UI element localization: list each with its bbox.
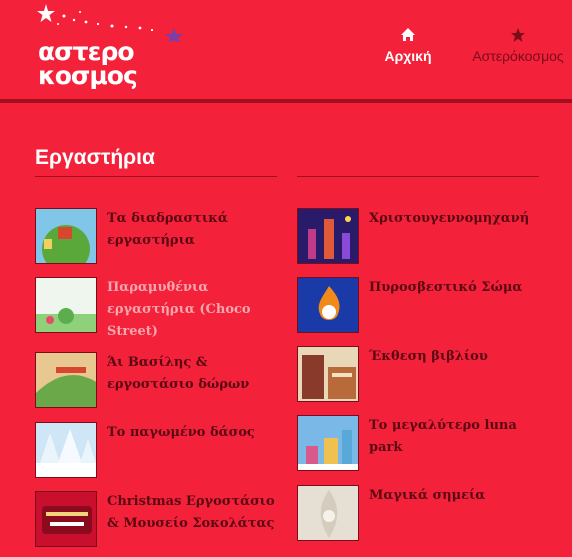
thumbnail-image[interactable]	[297, 415, 359, 471]
thumbnail-image[interactable]	[297, 485, 359, 541]
nav-home[interactable]: Αρχική	[380, 26, 436, 64]
nav-asterokosmos[interactable]: Αστερόκοσμος	[462, 26, 572, 64]
thumbnail-image[interactable]	[297, 277, 359, 333]
list-item-label[interactable]: Πυροσβεστικό Σώμα	[369, 277, 541, 299]
list-item-luna-park[interactable]: Το μεγαλύτερο luna park	[297, 415, 547, 475]
list-item-fairytale-workshops[interactable]: Παραμυθένια εργαστήρια (Choco Street)	[35, 277, 285, 339]
star-icon	[511, 28, 525, 42]
list-item-christmas-machine[interactable]: Χριστουγεννομηχανή	[297, 208, 547, 268]
list-item-label[interactable]: Μαγικά σημεία	[369, 485, 541, 507]
home-icon	[401, 28, 415, 41]
list-item-label[interactable]: Τα διαδραστικά εργαστήρια	[107, 208, 279, 252]
list-item-interactive-workshops[interactable]: Τα διαδραστικά εργαστήρια	[35, 208, 285, 268]
list-item-fire-department[interactable]: Πυροσβεστικό Σώμα	[297, 277, 547, 337]
right-column-divider	[297, 176, 539, 177]
nav-home-label: Αρχική	[384, 48, 432, 64]
thumbnail-image[interactable]	[297, 208, 359, 264]
list-item-magic-spots[interactable]: Μαγικά σημεία	[297, 485, 547, 545]
page-title: Εργαστήρια	[35, 146, 155, 169]
left-column-divider	[35, 176, 277, 177]
list-item-label[interactable]: Άι Βασίλης & εργοστάσιο δώρων	[107, 352, 279, 396]
logo-stars-graphic	[37, 4, 183, 44]
list-item-label[interactable]: Χριστουγεννομηχανή	[369, 208, 541, 230]
site-header: αστερο κοσμος Αρχική Αστερόκοσμος	[0, 0, 572, 100]
list-item-christmas-chocolate-museum[interactable]: Christmas Εργοστάσιο & Μουσείο Σοκολάτας	[35, 491, 285, 551]
nav-asterokosmos-label: Αστερόκοσμος	[472, 48, 564, 64]
thumbnail-image[interactable]	[35, 422, 97, 478]
header-divider	[0, 99, 572, 103]
thumbnail-image[interactable]	[35, 352, 97, 408]
list-item-label[interactable]: Το παγωμένο δάσος	[107, 422, 279, 444]
list-item-label[interactable]: Το μεγαλύτερο luna park	[369, 415, 541, 459]
list-item-label[interactable]: Christmas Εργοστάσιο & Μουσείο Σοκολάτας	[107, 491, 279, 535]
logo-line-2: κοσμος	[38, 61, 138, 90]
thumbnail-image[interactable]	[35, 208, 97, 264]
list-item-label[interactable]: Έκθεση βιβλίου	[369, 346, 541, 368]
thumbnail-image[interactable]	[35, 277, 97, 333]
list-item-frozen-forest[interactable]: Το παγωμένο δάσος	[35, 422, 285, 482]
list-item-santa-gift-factory[interactable]: Άι Βασίλης & εργοστάσιο δώρων	[35, 352, 285, 412]
site-logo[interactable]: αστερο κοσμος	[34, 2, 184, 94]
thumbnail-image[interactable]	[297, 346, 359, 402]
logo-wordmark: αστερο κοσμος	[38, 39, 188, 90]
thumbnail-image[interactable]	[35, 491, 97, 547]
list-item-book-exhibition[interactable]: Έκθεση βιβλίου	[297, 346, 547, 406]
list-item-label[interactable]: Παραμυθένια εργαστήρια (Choco Street)	[107, 277, 279, 343]
